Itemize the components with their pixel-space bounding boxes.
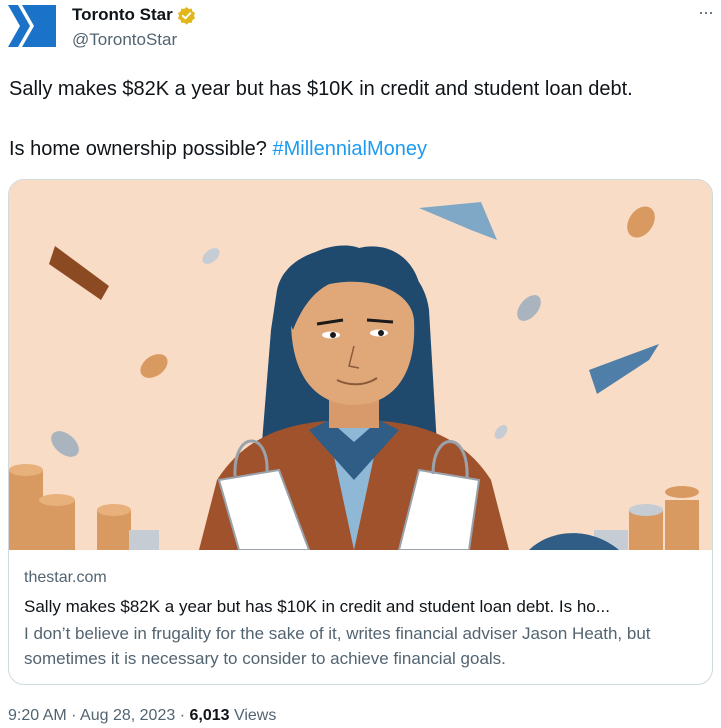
tweet-text-line2-prefix: Is home ownership possible? [9, 138, 273, 160]
card-title: Sally makes $82K a year but has $10K in … [24, 597, 610, 616]
more-options-icon[interactable]: ··· [698, 2, 714, 23]
tweet-text: Sally makes $82K a year but has $10K in … [9, 77, 709, 161]
card-description: I don’t believe in frugality for the sak… [24, 624, 651, 668]
hashtag-link[interactable]: #MillennialMoney [272, 138, 427, 160]
tweet-text-line2: Is home ownership possible? #MillennialM… [9, 137, 709, 161]
toronto-star-logo-icon[interactable] [6, 1, 56, 51]
account-name-row: Toronto Star [72, 5, 196, 25]
tweet-text-line1: Sally makes $82K a year but has $10K in … [9, 78, 633, 100]
account-name[interactable]: Toronto Star [72, 5, 173, 25]
views-label: Views [229, 707, 277, 724]
footer-separator: · [66, 707, 81, 724]
card-meta: thestar.com Sally makes $82K a year but … [24, 568, 700, 671]
card-image [9, 180, 712, 550]
link-card[interactable]: thestar.com Sally makes $82K a year but … [8, 179, 713, 685]
card-domain: thestar.com [24, 569, 107, 586]
footer-separator: · [175, 707, 190, 724]
tweet-header: Toronto Star @TorontoStar ··· [0, 0, 721, 60]
account-handle[interactable]: @TorontoStar [72, 30, 177, 50]
tweet-footer: 9:20 AM · Aug 28, 2023 · 6,013 Views [8, 707, 276, 725]
verified-badge-icon [177, 6, 195, 25]
illustration-woman-with-shopping-bags [9, 180, 712, 550]
tweet-date[interactable]: Aug 28, 2023 [80, 707, 175, 724]
views-count: 6,013 [189, 707, 230, 724]
tweet-time[interactable]: 9:20 AM [8, 707, 67, 724]
